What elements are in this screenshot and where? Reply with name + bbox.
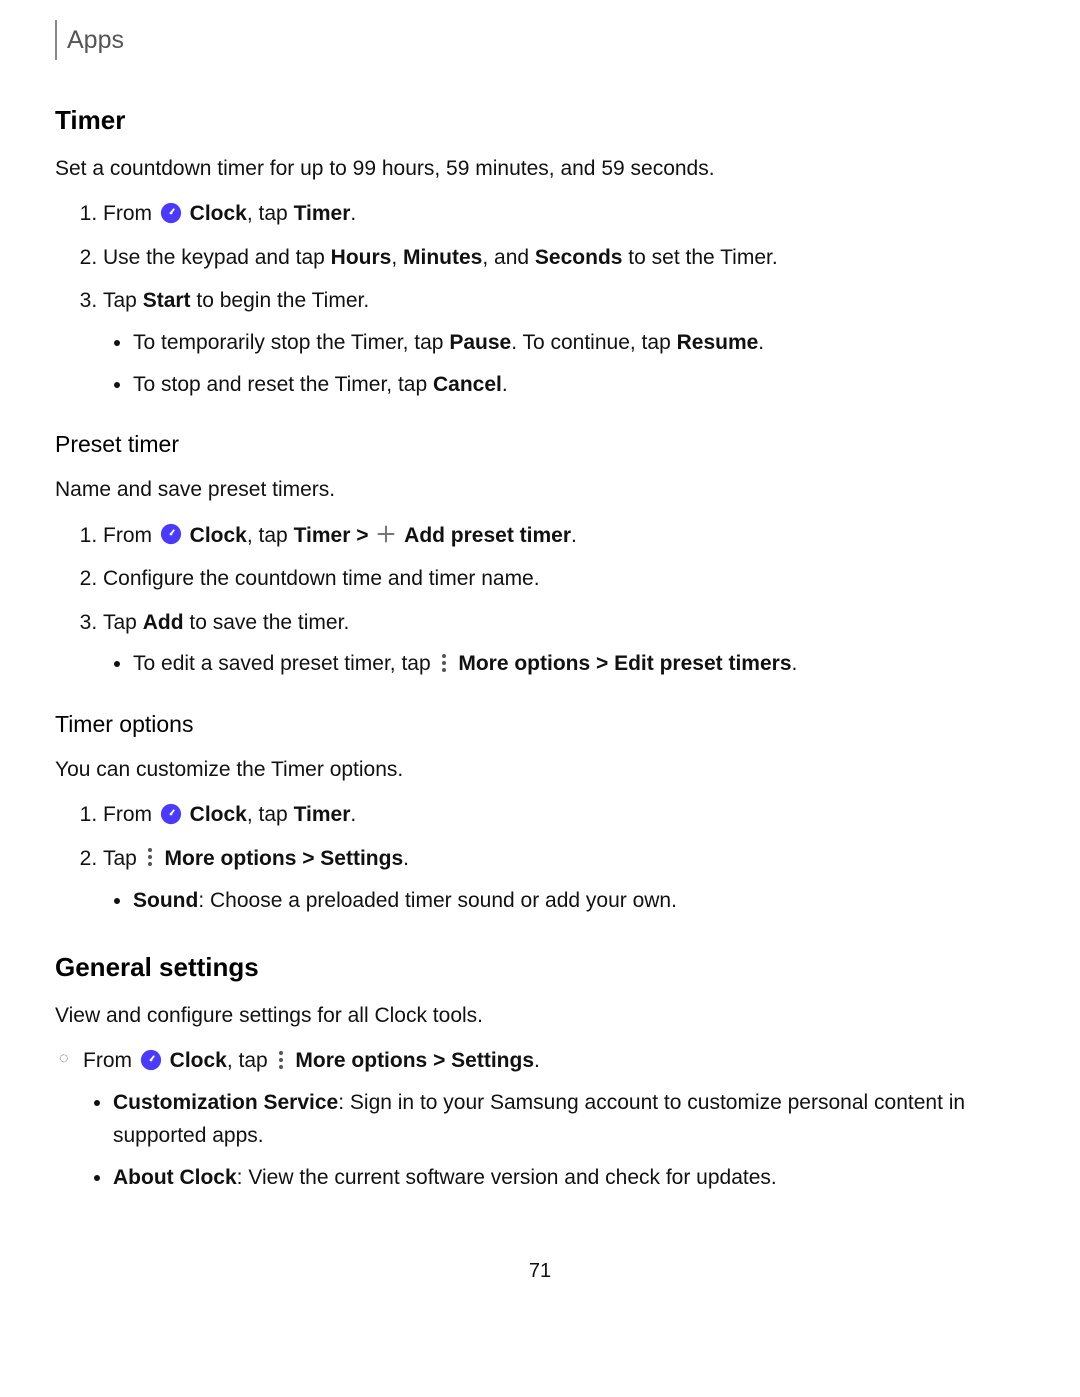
step: From Clock, tap Timer. [103, 197, 1025, 231]
text: To temporarily stop the Timer, tap [133, 331, 449, 354]
step: Tap Start to begin the Timer. To tempora… [103, 284, 1025, 401]
text: Tap [103, 847, 143, 870]
text-bold: Resume [677, 331, 759, 354]
text: Tap [103, 289, 143, 312]
bullet: About Clock: View the current software v… [113, 1161, 1025, 1195]
text: To edit a saved preset timer, tap [133, 652, 437, 675]
more-options-icon [278, 1050, 284, 1070]
text: Use the keypad and tap [103, 246, 331, 269]
breadcrumb: Apps [55, 20, 1025, 60]
bullet: To stop and reset the Timer, tap Cancel. [133, 368, 1025, 402]
text: to set the Timer. [622, 246, 777, 269]
text: , tap [247, 202, 294, 225]
text: . [502, 373, 508, 396]
text: : Choose a preloaded timer sound or add … [198, 889, 677, 912]
more-options-icon [147, 847, 153, 867]
page-content: Apps Timer Set a countdown timer for up … [0, 0, 1080, 1317]
step: From Clock, tap More options > Settings.… [83, 1044, 1025, 1194]
text-bold: Cancel [433, 373, 502, 396]
text-bold: Start [143, 289, 191, 312]
options-steps: From Clock, tap Timer. Tap More options … [55, 798, 1025, 917]
step: Use the keypad and tap Hours, Minutes, a… [103, 241, 1025, 275]
sub-bullets: Sound: Choose a preloaded timer sound or… [103, 884, 1025, 918]
text-bold: Minutes [403, 246, 482, 269]
text-bold: Sound [133, 889, 198, 912]
text-bold: Pause [449, 331, 511, 354]
text: From [103, 524, 158, 547]
text: . [350, 202, 356, 225]
text: . To continue, tap [511, 331, 676, 354]
text: , tap [247, 803, 294, 826]
timer-intro: Set a countdown timer for up to 99 hours… [55, 152, 1025, 186]
text: . [534, 1049, 540, 1072]
text: to save the timer. [184, 611, 350, 634]
general-list: From Clock, tap More options > Settings.… [55, 1044, 1025, 1194]
preset-steps: From Clock, tap Timer > Add preset timer… [55, 519, 1025, 681]
text: From [83, 1049, 138, 1072]
clock-icon [160, 803, 182, 825]
preset-intro: Name and save preset timers. [55, 473, 1025, 507]
sub-bullets: To temporarily stop the Timer, tap Pause… [103, 326, 1025, 401]
bullet: Sound: Choose a preloaded timer sound or… [133, 884, 1025, 918]
page-number: 71 [55, 1255, 1025, 1287]
text: to begin the Timer. [191, 289, 370, 312]
text: , tap [247, 524, 294, 547]
text-bold: Clock [170, 1049, 227, 1072]
text: , tap [227, 1049, 274, 1072]
text-bold: Clock [190, 202, 247, 225]
text: . [792, 652, 798, 675]
text: , and [482, 246, 535, 269]
clock-icon [160, 523, 182, 545]
text: . [571, 524, 577, 547]
text-bold: Timer [294, 202, 351, 225]
heading-general-settings: General settings [55, 947, 1025, 989]
sub-bullets: Customization Service: Sign in to your S… [83, 1086, 1025, 1195]
heading-preset-timer: Preset timer [55, 426, 1025, 463]
text-bold: About Clock [113, 1166, 237, 1189]
step: Configure the countdown time and timer n… [103, 562, 1025, 596]
text: To stop and reset the Timer, tap [133, 373, 433, 396]
chevron-icon: > [350, 524, 374, 547]
text: . [758, 331, 764, 354]
options-intro: You can customize the Timer options. [55, 753, 1025, 787]
heading-timer-options: Timer options [55, 706, 1025, 743]
text-bold: More options > Settings [295, 1049, 534, 1072]
clock-icon [160, 202, 182, 224]
text: : View the current software version and … [237, 1166, 777, 1189]
sub-bullets: To edit a saved preset timer, tap More o… [103, 647, 1025, 681]
more-options-icon [441, 653, 447, 673]
text: . [350, 803, 356, 826]
text-bold: More options > Settings [165, 847, 404, 870]
bullet: To edit a saved preset timer, tap More o… [133, 647, 1025, 681]
heading-timer: Timer [55, 100, 1025, 142]
plus-icon [376, 524, 396, 544]
text-bold: Customization Service [113, 1091, 338, 1114]
text-bold: Hours [331, 246, 392, 269]
text-bold: Clock [190, 803, 247, 826]
text-bold: Timer [294, 803, 351, 826]
step: From Clock, tap Timer > Add preset timer… [103, 519, 1025, 553]
text-bold: Add [143, 611, 184, 634]
text-bold: More options > Edit preset timers [458, 652, 791, 675]
general-intro: View and configure settings for all Cloc… [55, 999, 1025, 1033]
text: Tap [103, 611, 143, 634]
step: Tap Add to save the timer. To edit a sav… [103, 606, 1025, 681]
text: . [403, 847, 409, 870]
text-bold: Clock [190, 524, 247, 547]
clock-icon [140, 1049, 162, 1071]
text: From [103, 202, 158, 225]
step: From Clock, tap Timer. [103, 798, 1025, 832]
text: From [103, 803, 158, 826]
bullet: Customization Service: Sign in to your S… [113, 1086, 1025, 1153]
step: Tap More options > Settings. Sound: Choo… [103, 842, 1025, 917]
timer-steps: From Clock, tap Timer. Use the keypad an… [55, 197, 1025, 401]
text-bold: Seconds [535, 246, 623, 269]
text: , [391, 246, 403, 269]
text-bold: Timer [294, 524, 351, 547]
text-bold: Add preset timer [404, 524, 571, 547]
bullet: To temporarily stop the Timer, tap Pause… [133, 326, 1025, 360]
